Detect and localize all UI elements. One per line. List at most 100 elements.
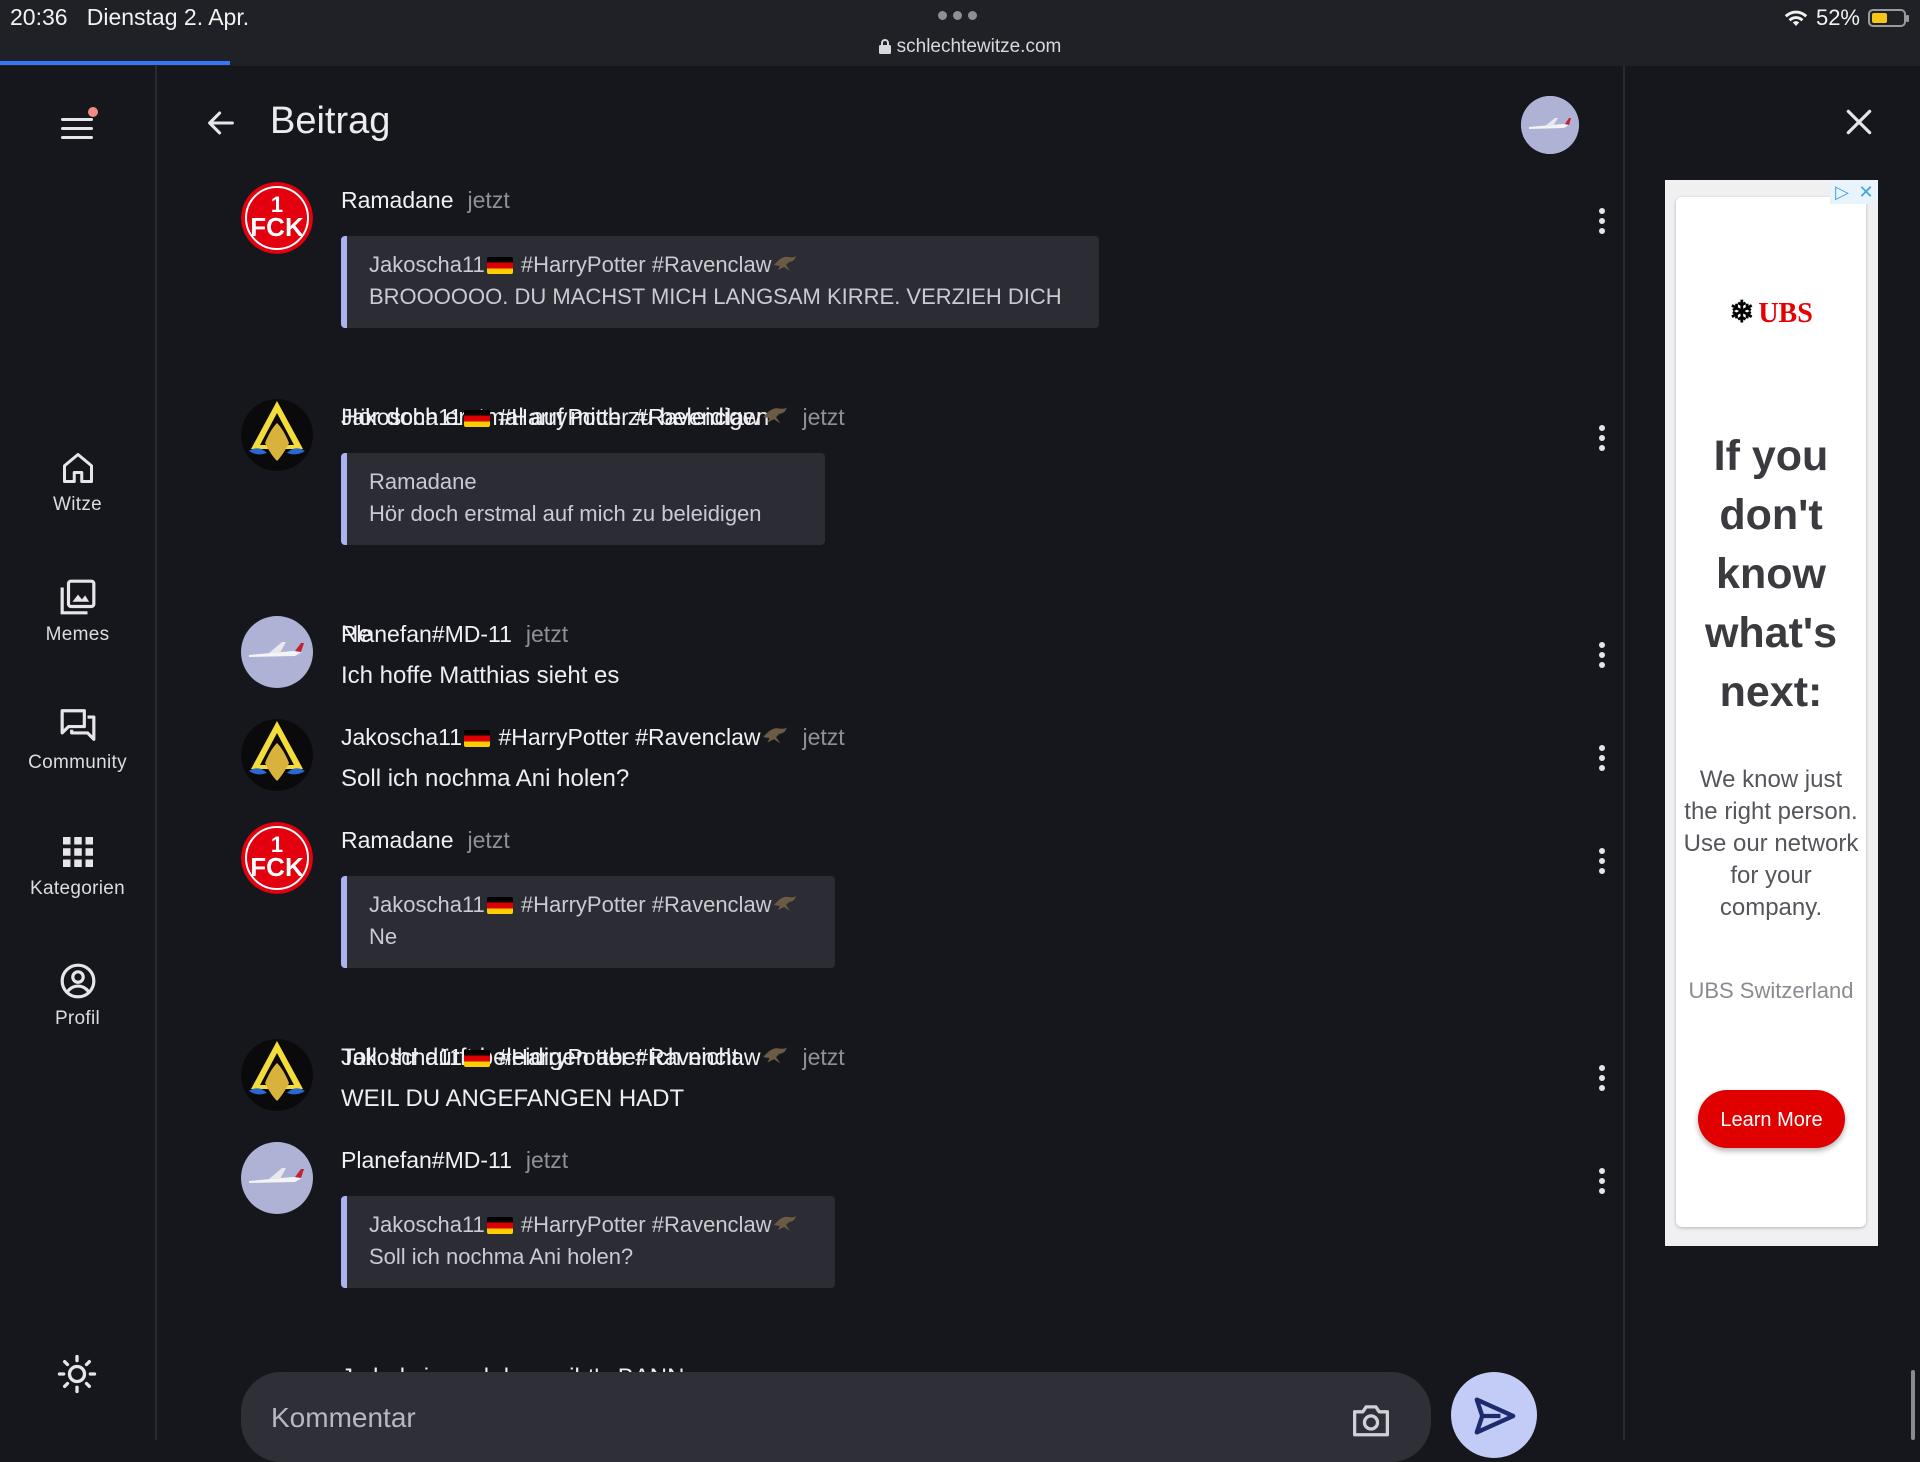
- more-options-button[interactable]: [1597, 425, 1607, 455]
- url-text: schlechtewitze.com: [896, 36, 1062, 57]
- airplane-avatar[interactable]: [241, 1142, 313, 1214]
- url-bar[interactable]: schlechtewitze.com: [0, 36, 1920, 58]
- eagle-icon: [762, 727, 787, 744]
- send-button[interactable]: [1451, 1372, 1537, 1458]
- timestamp: jetzt: [525, 1147, 569, 1173]
- nav-item-memes[interactable]: Memes: [0, 578, 155, 646]
- image-gallery-icon: [60, 579, 95, 615]
- german-flag-icon: [486, 257, 513, 274]
- learn-more-button[interactable]: Learn More: [1698, 1090, 1845, 1148]
- quote-text: Soll ich nochma Ani holen?: [369, 1244, 634, 1269]
- ad-body-text: We know just the right person. Use our n…: [1683, 766, 1859, 921]
- user-avatar[interactable]: [1521, 96, 1579, 154]
- camera-icon: [1352, 1405, 1389, 1437]
- quoted-comment[interactable]: Jakoscha11 #HarryPotter #Ravenclaw BROOO…: [341, 236, 1099, 328]
- tab-dots-icon[interactable]: [938, 11, 977, 20]
- airplane-avatar[interactable]: [241, 616, 313, 688]
- ad-card[interactable]: ❄ UBS If you don't know what's next: We k…: [1676, 197, 1866, 1227]
- hamburger-menu-button[interactable]: [58, 107, 98, 150]
- status-indicators: 52%: [1784, 5, 1909, 31]
- timestamp: jetzt: [802, 1044, 845, 1070]
- more-options-button[interactable]: [1597, 1065, 1607, 1095]
- quote-text: Ne: [369, 924, 398, 949]
- more-options-button[interactable]: [1597, 1168, 1607, 1198]
- scrollbar[interactable]: [1911, 1370, 1915, 1440]
- author-name[interactable]: Ramadane: [341, 187, 454, 213]
- eagle-icon: [773, 1216, 796, 1231]
- lock-icon: [878, 39, 891, 55]
- advertisement[interactable]: ❄ UBS If you don't know what's next: We k…: [1665, 180, 1878, 1246]
- quoted-comment[interactable]: Ramadane Hör doch erstmal auf mich zu be…: [341, 453, 825, 545]
- sun-icon: [57, 1354, 97, 1394]
- side-panel: ❄ UBS If you don't know what's next: We k…: [1623, 66, 1920, 1440]
- nav-label: Community: [28, 752, 127, 773]
- more-options-button[interactable]: [1597, 208, 1607, 238]
- battery-percent: 52%: [1815, 5, 1860, 30]
- adchoices-icon[interactable]: ▷: [1830, 180, 1854, 204]
- comment-header: Ramadane jetzt: [341, 187, 510, 214]
- timestamp: jetzt: [802, 404, 845, 430]
- timestamp: jetzt: [467, 827, 510, 853]
- quote-author: Ramadane: [369, 469, 477, 494]
- author-name[interactable]: Jakoscha11 #HarryPotter #Ravenclaw: [341, 1044, 789, 1070]
- status-time: 20:36 Dienstag 2. Apr.: [10, 4, 249, 31]
- close-panel-button[interactable]: [1843, 106, 1875, 143]
- post-detail-panel: Beitrag 1 FCK Ramadane jetzt Jakoscha11 #H…: [157, 66, 1622, 1462]
- comment-header: Jakoscha11 #HarryPotter #Ravenclaw jetzt: [341, 404, 845, 431]
- back-button[interactable]: [204, 106, 238, 145]
- date: Dienstag 2. Apr.: [86, 4, 250, 30]
- battery-icon: [1868, 9, 1909, 27]
- author-name[interactable]: Jakoscha11 #HarryPotter #Ravenclaw: [341, 404, 789, 430]
- comment-header: Jakoscha11 #HarryPotter #Ravenclaw jetzt: [341, 1044, 845, 1071]
- svg-text:FCK: FCK: [250, 852, 304, 882]
- author-name[interactable]: Planefan#MD-11: [341, 1147, 512, 1173]
- ad-close-icon[interactable]: ✕: [1854, 180, 1878, 204]
- ravenclaw-avatar[interactable]: [241, 719, 313, 791]
- more-options-button[interactable]: [1597, 642, 1607, 672]
- nav-item-kategorien[interactable]: Kategorien: [0, 834, 155, 900]
- eagle-icon: [773, 256, 796, 271]
- eagle-icon: [773, 896, 796, 911]
- airplane-avatar: [1521, 96, 1579, 154]
- adchoices-controls: ▷ ✕: [1830, 180, 1878, 204]
- timestamp: jetzt: [525, 621, 569, 647]
- ubs-keys-icon: ❄: [1729, 296, 1755, 329]
- german-flag-icon: [464, 730, 491, 747]
- comment-input[interactable]: [269, 1394, 1273, 1442]
- comment-header: Planefan#MD-11 jetzt: [341, 1147, 568, 1174]
- nav-item-profil[interactable]: Profil: [0, 962, 155, 1030]
- clock: 20:36: [10, 4, 68, 30]
- more-options-button[interactable]: [1597, 848, 1607, 878]
- more-options-button[interactable]: [1597, 745, 1607, 775]
- send-icon: [1474, 1397, 1516, 1435]
- ad-headline: If you don't know what's next:: [1704, 432, 1838, 716]
- eagle-icon: [762, 407, 787, 424]
- quote-author: Jakoscha11 #HarryPotter #Ravenclaw: [369, 1210, 813, 1240]
- navigation-rail: Witze Memes Community Kategorien Profil: [0, 66, 157, 1440]
- theme-toggle-button[interactable]: [57, 1354, 97, 1399]
- camera-button[interactable]: [1351, 1402, 1391, 1443]
- svg-text:FCK: FCK: [250, 212, 304, 242]
- nav-item-community[interactable]: Community: [0, 706, 155, 774]
- german-flag-icon: [464, 1050, 491, 1067]
- author-name[interactable]: Planefan#MD-11: [341, 621, 512, 647]
- ravenclaw-avatar[interactable]: [241, 1039, 313, 1111]
- arrow-back-icon: [208, 111, 234, 135]
- ravenclaw-avatar[interactable]: [241, 399, 313, 471]
- fck-avatar[interactable]: 1 FCK: [241, 822, 313, 894]
- apps-grid-icon: [62, 837, 93, 867]
- comment-text: WEIL DU ANGEFANGEN HADT: [341, 1085, 685, 1112]
- account-circle-icon: [60, 963, 95, 999]
- fck-avatar[interactable]: 1 FCK: [241, 182, 313, 254]
- wifi-icon: [1784, 10, 1808, 26]
- author-name[interactable]: Ramadane: [341, 827, 454, 853]
- author-name[interactable]: Jakoscha11 #HarryPotter #Ravenclaw: [341, 724, 789, 750]
- comment-header: Planefan#MD-11 jetzt: [341, 621, 568, 648]
- nav-item-witze[interactable]: Witze: [0, 450, 155, 516]
- eagle-icon: [762, 1047, 787, 1064]
- comment-input-container: [241, 1372, 1431, 1462]
- quoted-comment[interactable]: Jakoscha11 #HarryPotter #Ravenclaw Soll …: [341, 1196, 835, 1288]
- comment-header: Jakoscha11 #HarryPotter #Ravenclaw jetzt: [341, 724, 845, 751]
- quoted-comment[interactable]: Jakoscha11 #HarryPotter #Ravenclaw Ne: [341, 876, 835, 968]
- nav-label: Memes: [45, 624, 110, 645]
